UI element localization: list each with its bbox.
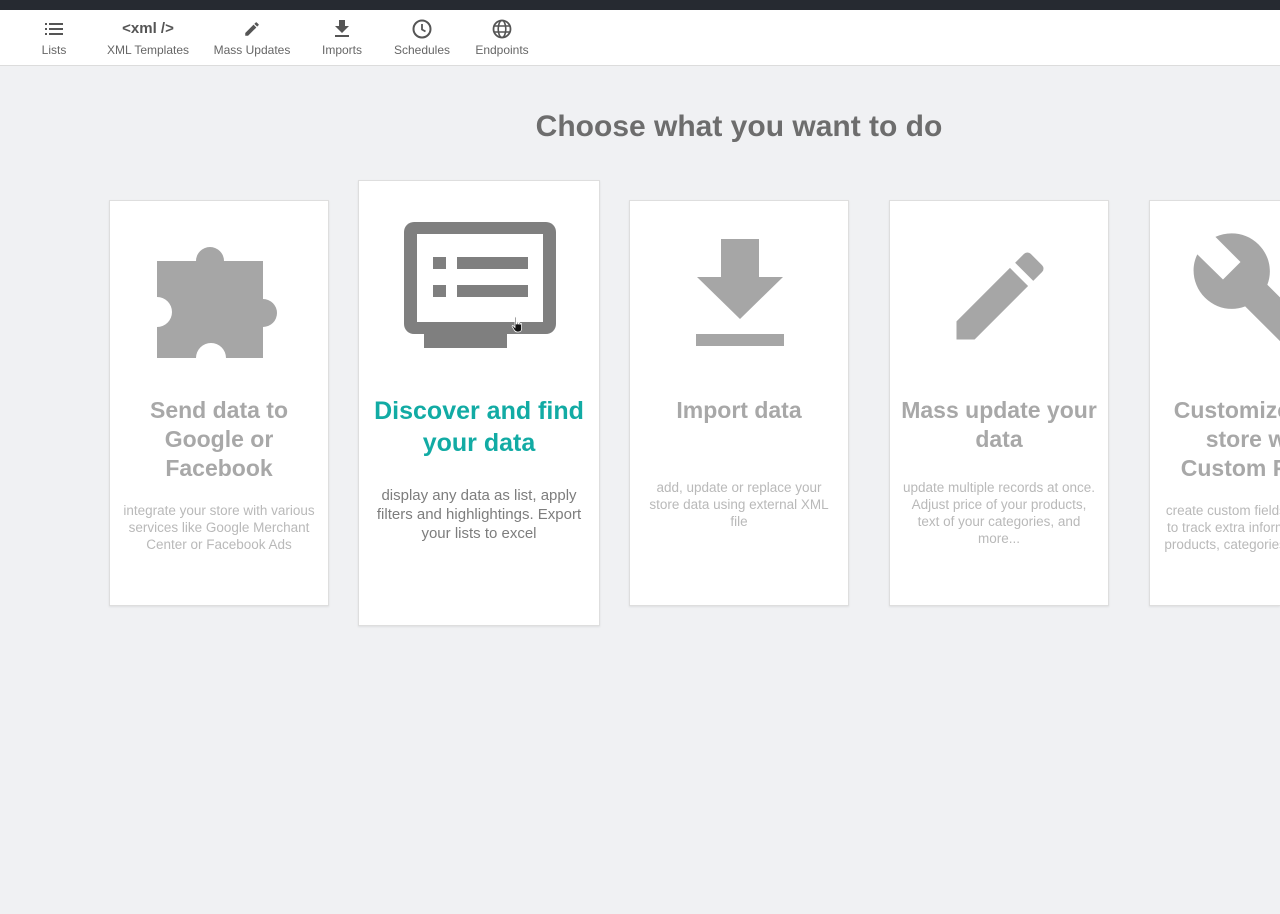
nav-item-label: Mass Updates	[213, 43, 291, 57]
nav-item-label: Lists	[41, 43, 67, 57]
download-icon	[334, 18, 350, 40]
main-navigation: Lists <xml /> XML Templates Mass Updates…	[0, 10, 1280, 66]
page-title: Choose what you want to do	[535, 110, 943, 143]
card-title: Send data to Google or Facebook	[149, 397, 288, 481]
nav-item-lists[interactable]: Lists	[24, 10, 84, 65]
nav-item-label: Imports	[321, 43, 362, 57]
card-title: Discover and find your data	[374, 397, 584, 457]
nav-item-xml-templates[interactable]: <xml /> XML Templates	[100, 10, 196, 65]
card-import-data[interactable]: Import data add, update or replace your …	[629, 200, 849, 606]
clock-icon	[412, 18, 432, 40]
list-icon	[44, 18, 64, 40]
nav-item-label: XML Templates	[106, 43, 190, 57]
nav-item-imports[interactable]: Imports	[312, 10, 372, 65]
monitor-list-icon	[404, 222, 556, 353]
card-send-data[interactable]: Send data to Google or Facebook integrat…	[109, 200, 329, 606]
card-description: add, update or replace your store data u…	[649, 480, 829, 529]
hand-cursor-icon	[510, 316, 526, 339]
nav-item-endpoints[interactable]: Endpoints	[470, 10, 534, 65]
download-icon	[695, 239, 785, 352]
card-description: update multiple records at once. Adjust …	[902, 480, 1096, 546]
card-description: create custom fields for records to trac…	[1164, 503, 1280, 552]
card-discover-data[interactable]: Discover and find your data display any …	[358, 180, 600, 626]
nav-item-schedules[interactable]: Schedules	[388, 10, 456, 65]
card-description: integrate your store with various servic…	[123, 503, 315, 552]
xml-icon: <xml />	[122, 20, 174, 37]
nav-item-label: Schedules	[393, 43, 451, 57]
globe-icon	[492, 18, 512, 40]
card-description: display any data as list, apply filters …	[376, 487, 582, 542]
nav-item-label: Endpoints	[475, 43, 529, 57]
card-mass-update[interactable]: Mass update your data update multiple re…	[889, 200, 1109, 606]
nav-item-mass-updates[interactable]: Mass Updates	[208, 10, 296, 65]
card-custom-fields[interactable]: Customize your store with Custom Fields …	[1149, 200, 1280, 606]
window-top-bar	[0, 0, 1280, 10]
pencil-icon	[942, 238, 1058, 359]
puzzle-icon	[156, 227, 290, 366]
wrench-icon	[1188, 227, 1280, 372]
card-title: Import data	[676, 397, 802, 423]
card-title: Customize your store with Custom Fields	[1173, 397, 1280, 481]
pencil-icon	[243, 18, 261, 40]
card-title: Mass update your data	[901, 397, 1097, 452]
